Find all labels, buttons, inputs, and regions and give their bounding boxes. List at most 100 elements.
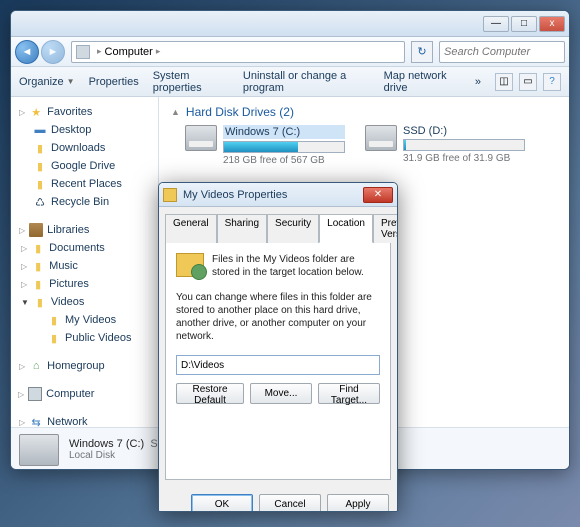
address-text: Computer xyxy=(105,46,153,58)
ok-button[interactable]: OK xyxy=(191,494,253,512)
folder-icon: ▮ xyxy=(31,259,45,273)
collapse-icon: ▷ xyxy=(19,226,25,235)
tab-sharing[interactable]: Sharing xyxy=(217,214,267,243)
more-button[interactable]: » xyxy=(475,76,481,88)
system-properties-button[interactable]: System properties xyxy=(153,70,229,94)
preview-icon[interactable]: ▭ xyxy=(519,73,537,91)
dialog-footer: OK Cancel Apply xyxy=(159,486,397,512)
tab-general[interactable]: General xyxy=(165,214,217,243)
folder-icon: ▮ xyxy=(33,177,47,191)
expand-icon: ▷ xyxy=(19,362,25,371)
location-description: Files in the My Videos folder are stored… xyxy=(212,253,380,279)
location-path-input[interactable] xyxy=(176,355,380,375)
tab-panel-location: Files in the My Videos folder are stored… xyxy=(165,242,391,480)
tab-location[interactable]: Location xyxy=(319,214,373,243)
folder-icon: ▮ xyxy=(33,295,47,309)
sidebar-item-recycle[interactable]: ♺Recycle Bin xyxy=(15,193,154,211)
drive-icon xyxy=(19,434,59,466)
drive-icon xyxy=(185,125,217,151)
desktop-icon: ▬ xyxy=(33,123,47,137)
sidebar-item-music[interactable]: ▷▮Music xyxy=(15,257,154,275)
folder-icon: ▮ xyxy=(47,313,61,327)
chevron-down-icon: ▼ xyxy=(67,77,75,86)
cancel-button[interactable]: Cancel xyxy=(259,494,321,512)
details-subtitle: Local Disk xyxy=(69,450,158,461)
computer-icon xyxy=(76,45,90,59)
library-icon xyxy=(29,223,43,237)
computer-section[interactable]: ▷Computer xyxy=(15,385,154,403)
libraries-section[interactable]: ▷Libraries xyxy=(15,221,154,239)
network-section[interactable]: ▷⇆Network xyxy=(15,413,154,427)
folder-icon xyxy=(163,188,177,202)
collapse-icon: ▷ xyxy=(19,108,25,117)
help-icon[interactable]: ? xyxy=(543,73,561,91)
organize-menu[interactable]: Organize▼ xyxy=(19,76,75,88)
homegroup-section[interactable]: ▷⌂Homegroup xyxy=(15,357,154,375)
folder-move-icon xyxy=(176,253,204,277)
address-bar[interactable]: ▸ Computer ▸ xyxy=(71,41,405,63)
drive-usage-bar xyxy=(223,141,345,153)
tab-strip: General Sharing Security Location Previo… xyxy=(159,207,397,242)
move-button[interactable]: Move... xyxy=(250,383,312,404)
dialog-title: My Videos Properties xyxy=(183,189,363,201)
view-icon[interactable]: ◫ xyxy=(495,73,513,91)
sidebar-item-documents[interactable]: ▷▮Documents xyxy=(15,239,154,257)
drive-name: SSD (D:) xyxy=(403,125,525,137)
folder-icon: ▮ xyxy=(31,277,45,291)
search-input[interactable] xyxy=(439,41,565,63)
drive-icon xyxy=(365,125,397,151)
restore-default-button[interactable]: Restore Default xyxy=(176,383,244,404)
drive-free-text: 31.9 GB free of 31.9 GB xyxy=(403,153,525,164)
sidebar-item-googledrive[interactable]: ▮Google Drive xyxy=(15,157,154,175)
map-network-button[interactable]: Map network drive xyxy=(384,70,461,94)
star-icon: ★ xyxy=(29,105,43,119)
properties-button[interactable]: Properties xyxy=(89,76,139,88)
drive-free-text: 218 GB free of 567 GB xyxy=(223,155,345,166)
titlebar: — □ x xyxy=(11,11,569,37)
expand-icon: ▷ xyxy=(18,390,24,399)
sidebar-item-downloads[interactable]: ▮Downloads xyxy=(15,139,154,157)
back-button[interactable]: ◄ xyxy=(15,40,39,64)
sidebar-item-publicvideos[interactable]: ▮Public Videos xyxy=(15,329,154,347)
collapse-icon: ▲ xyxy=(171,107,180,117)
sidebar-item-desktop[interactable]: ▬Desktop xyxy=(15,121,154,139)
folder-icon: ▮ xyxy=(33,141,47,155)
navbar: ◄ ► ▸ Computer ▸ ↻ xyxy=(11,37,569,67)
tab-security[interactable]: Security xyxy=(267,214,319,243)
properties-dialog: My Videos Properties ✕ General Sharing S… xyxy=(158,182,398,512)
location-description-2: You can change where files in this folde… xyxy=(176,291,380,343)
sidebar-item-videos[interactable]: ▼▮Videos xyxy=(15,293,154,311)
favorites-section[interactable]: ▷★Favorites xyxy=(15,103,154,121)
maximize-button[interactable]: □ xyxy=(511,16,537,32)
folder-icon: ▮ xyxy=(47,331,61,345)
apply-button[interactable]: Apply xyxy=(327,494,389,512)
find-target-button[interactable]: Find Target... xyxy=(318,383,380,404)
sidebar-item-pictures[interactable]: ▷▮Pictures xyxy=(15,275,154,293)
folder-icon: ▮ xyxy=(33,159,47,173)
details-name: Windows 7 (C:) S xyxy=(69,438,158,450)
close-button[interactable]: x xyxy=(539,16,565,32)
drive-usage-bar xyxy=(403,139,525,151)
expand-icon: ▷ xyxy=(21,244,27,253)
recycle-icon: ♺ xyxy=(33,195,47,209)
expand-icon: ▷ xyxy=(19,418,25,427)
dialog-titlebar: My Videos Properties ✕ xyxy=(159,183,397,207)
computer-icon xyxy=(28,387,42,401)
minimize-button[interactable]: — xyxy=(483,16,509,32)
tab-previous-versions[interactable]: Previous Versions xyxy=(373,214,398,243)
drive-d[interactable]: SSD (D:) 31.9 GB free of 31.9 GB xyxy=(365,125,525,166)
drive-c[interactable]: Windows 7 (C:) 218 GB free of 567 GB xyxy=(185,125,345,166)
drive-name: Windows 7 (C:) xyxy=(223,125,345,139)
sidebar-item-myvideos[interactable]: ▮My Videos xyxy=(15,311,154,329)
forward-button[interactable]: ► xyxy=(41,40,65,64)
sidebar-item-recent[interactable]: ▮Recent Places xyxy=(15,175,154,193)
network-icon: ⇆ xyxy=(29,415,43,427)
expand-icon: ▷ xyxy=(21,262,27,271)
dialog-close-button[interactable]: ✕ xyxy=(363,187,393,203)
refresh-button[interactable]: ↻ xyxy=(411,41,433,63)
hdd-section-header[interactable]: ▲Hard Disk Drives (2) xyxy=(171,105,557,119)
homegroup-icon: ⌂ xyxy=(29,359,43,373)
collapse-icon: ▼ xyxy=(21,298,29,307)
chevron-icon: ▸ xyxy=(97,46,102,57)
uninstall-button[interactable]: Uninstall or change a program xyxy=(243,70,370,94)
